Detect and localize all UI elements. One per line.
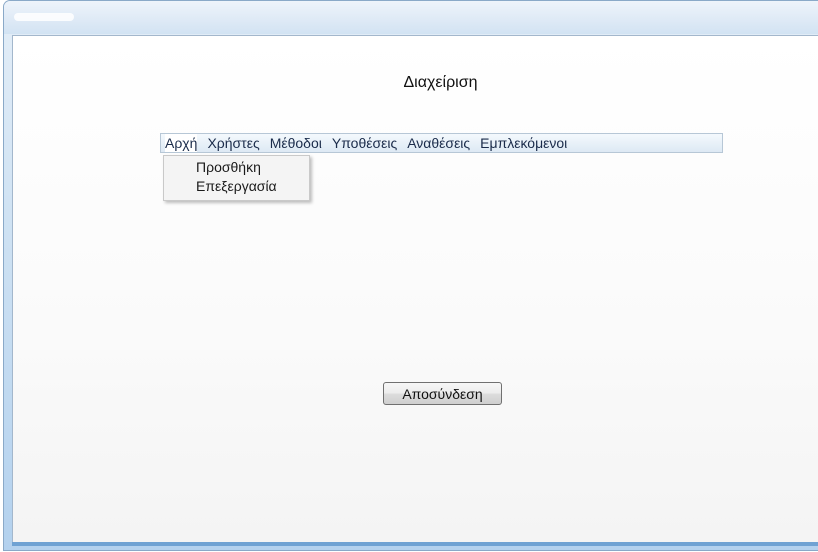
menu-item-involved[interactable]: Εμπλεκόμενοι [480, 134, 567, 152]
menu-item-methods[interactable]: Μέθοδοι [270, 134, 322, 152]
window-bottom-border [12, 542, 818, 546]
page-content: Διαχείριση Αρχή Χρήστες Μέθοδοι Υποθέσει… [12, 35, 818, 544]
logout-button[interactable]: Αποσύνδεση [383, 382, 502, 405]
browser-window: Διαχείριση Αρχή Χρήστες Μέθοδοι Υποθέσει… [3, 0, 818, 551]
menu-item-assignments[interactable]: Αναθέσεις [407, 134, 470, 152]
home-dropdown-menu: Προσθήκη Επεξεργασία [163, 155, 310, 201]
menu-item-cases[interactable]: Υποθέσεις [332, 134, 397, 152]
dropdown-item-add[interactable]: Προσθήκη [164, 158, 309, 177]
menu-item-users[interactable]: Χρήστες [207, 134, 259, 152]
main-menubar: Αρχή Χρήστες Μέθοδοι Υποθέσεις Αναθέσεις… [160, 133, 723, 153]
titlebar-highlight [14, 13, 74, 21]
dropdown-item-edit[interactable]: Επεξεργασία [164, 177, 309, 196]
page-title: Διαχείριση [403, 74, 478, 91]
menu-item-home[interactable]: Αρχή [165, 134, 198, 152]
window-titlebar[interactable] [4, 1, 818, 34]
